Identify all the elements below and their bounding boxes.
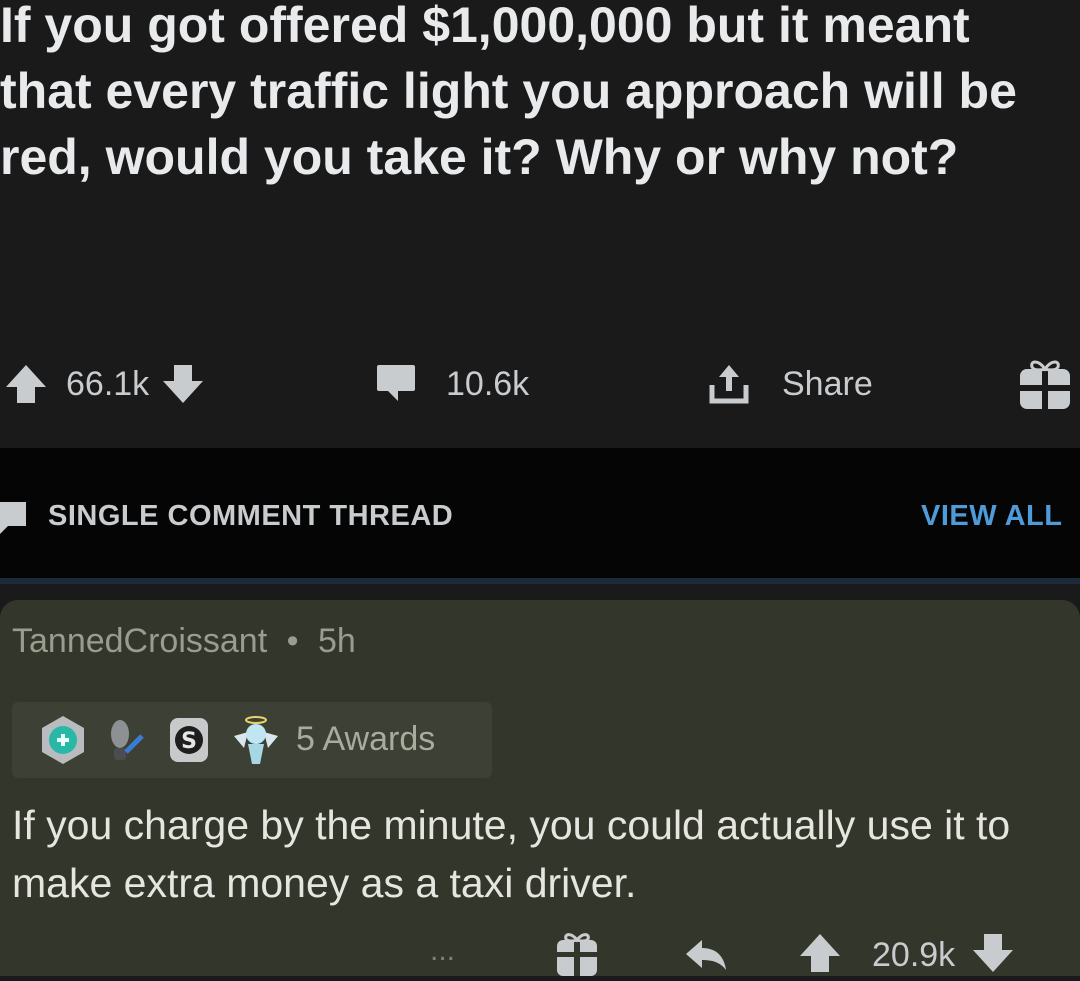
- gift-icon: [1016, 355, 1074, 413]
- downvote-icon[interactable]: [161, 361, 205, 407]
- share-label: Share: [782, 364, 873, 403]
- share-button[interactable]: Share: [706, 352, 873, 416]
- comment-meta: TannedCroissant • 5h: [12, 622, 356, 661]
- comment-score: 20.9k: [872, 936, 956, 974]
- comment-age: 5h: [317, 622, 356, 660]
- more-options-button[interactable]: ...: [430, 934, 455, 968]
- reply-button[interactable]: [682, 930, 730, 981]
- post-action-bar: 66.1k 10.6k Share: [0, 352, 1080, 416]
- gift-icon: [554, 930, 600, 981]
- comment-body: If you charge by the minute, you could a…: [12, 802, 1011, 906]
- post-card: If you got offered $1,000,000 but it mea…: [0, 0, 1080, 448]
- meta-separator: •: [286, 622, 299, 660]
- post-score: 66.1k: [66, 364, 150, 403]
- more-options-icon: ...: [430, 934, 456, 967]
- comment-vote-group: 20.9k: [798, 930, 1015, 981]
- comment-bubble-icon: [374, 363, 418, 405]
- thread-divider-line: [0, 578, 1080, 584]
- comment-award-button[interactable]: [554, 930, 600, 981]
- comments-button[interactable]: 10.6k: [374, 352, 529, 416]
- post-title: If you got offered $1,000,000 but it mea…: [0, 0, 1017, 185]
- reply-icon: [682, 930, 730, 981]
- silver-award-icon: S: [166, 714, 212, 771]
- award-button[interactable]: [1016, 352, 1074, 416]
- post-vote-group: 66.1k: [4, 352, 205, 416]
- comment-bubble-icon: [0, 500, 30, 545]
- comment-count: 10.6k: [446, 364, 530, 403]
- single-comment-thread-label: SINGLE COMMENT THREAD: [48, 500, 454, 532]
- comment-action-bar: ... 20.9k: [0, 930, 1080, 976]
- helpful-award-icon: [40, 714, 86, 771]
- awards-count-label: 5 Awards: [296, 720, 436, 758]
- comment-author[interactable]: TannedCroissant: [12, 622, 267, 660]
- downvote-icon[interactable]: [971, 930, 1015, 981]
- upvote-icon[interactable]: [798, 930, 842, 981]
- svg-text:S: S: [181, 729, 197, 754]
- view-all-link[interactable]: VIEW ALL: [921, 500, 1062, 533]
- awards-strip[interactable]: S 5 Awards: [12, 702, 492, 778]
- upvote-icon[interactable]: [4, 361, 48, 407]
- angel-award-icon: [230, 714, 282, 773]
- rocket-award-icon: [104, 714, 144, 771]
- share-icon: [706, 361, 752, 407]
